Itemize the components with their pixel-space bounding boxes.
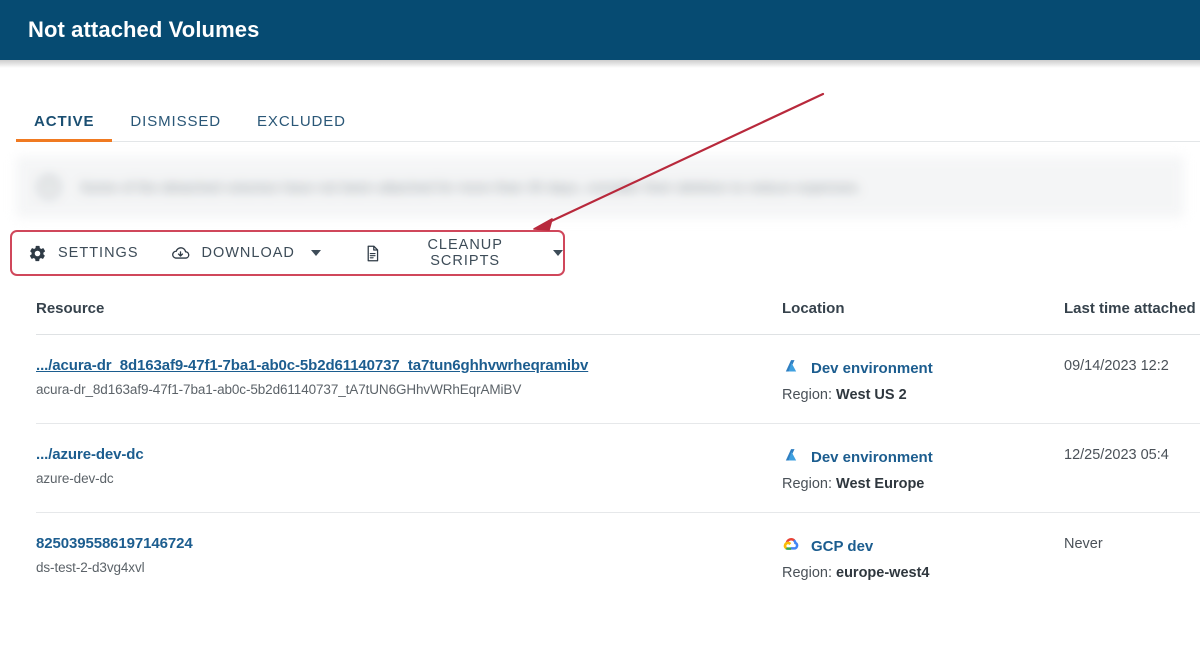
tab-dismissed[interactable]: DISMISSED [112, 113, 239, 142]
location-region: Region: West US 2 [782, 387, 1064, 403]
column-header-resource-label: Resource [36, 300, 105, 317]
location-link[interactable]: Dev environment [811, 360, 933, 377]
cleanup-scripts-label: CLEANUP SCRIPTS [427, 237, 503, 269]
cell-resource: 8250395586197146724 ds-test-2-d3vg4xvl [36, 535, 782, 575]
volumes-table: Resource Location Last time attached ...… [0, 300, 1200, 601]
cell-location: Dev environment Region: West Europe [782, 446, 1064, 492]
region-value: West Europe [836, 476, 925, 492]
column-header-location-label: Location [782, 300, 845, 317]
region-value: europe-west4 [836, 565, 930, 581]
page-title: Not attached Volumes [28, 17, 260, 42]
last-attached-value: 12/25/2023 05:4 [1064, 447, 1169, 463]
region-label: Region: [782, 387, 832, 403]
tab-bar: ACTIVE DISMISSED EXCLUDED [0, 86, 1200, 142]
tab-active[interactable]: ACTIVE [16, 113, 113, 142]
info-banner-text: Some of the detached volumes have not be… [80, 179, 862, 195]
region-label: Region: [782, 476, 832, 492]
resource-subtitle: acura-dr_8d163af9-47f1-7ba1-ab0c-5b2d611… [36, 382, 522, 397]
location-link[interactable]: Dev environment [811, 449, 933, 466]
cell-resource: .../azure-dev-dc azure-dev-dc [36, 446, 782, 486]
azure-icon [782, 357, 800, 380]
not-attached-volumes-page: Not attached Volumes ACTIVE DISMISSED EX… [0, 0, 1200, 672]
gear-icon [28, 244, 47, 263]
column-header-resource[interactable]: Resource [36, 300, 782, 318]
cleanup-scripts-chevron-down-icon[interactable] [553, 250, 563, 256]
cell-location: GCP dev Region: europe-west4 [782, 535, 1064, 581]
region-value: West US 2 [836, 387, 907, 403]
table-header-row: Resource Location Last time attached [36, 300, 1200, 335]
download-chevron-down-icon[interactable] [310, 250, 321, 256]
cell-resource: .../acura-dr_8d163af9-47f1-7ba1-ab0c-5b2… [36, 357, 782, 397]
last-attached-value: Never [1064, 536, 1103, 552]
actions-toolbar: SETTINGS DOWNLOAD CLEANUP SCRIPTS [10, 230, 565, 276]
download-button[interactable]: DOWNLOAD [168, 239, 297, 268]
location-region: Region: West Europe [782, 476, 1064, 492]
download-label: DOWNLOAD [201, 245, 295, 261]
tab-excluded[interactable]: EXCLUDED [239, 113, 364, 142]
header-shadow [0, 60, 1200, 68]
cleanup-scripts-button[interactable]: CLEANUP SCRIPTS [361, 233, 539, 273]
column-header-last-attached[interactable]: Last time attached [1064, 300, 1200, 318]
cell-last-attached: 12/25/2023 05:4 [1064, 446, 1200, 464]
azure-icon [782, 446, 800, 469]
last-attached-value: 09/14/2023 12:2 [1064, 358, 1169, 374]
cell-location: Dev environment Region: West US 2 [782, 357, 1064, 403]
column-header-last-attached-label: Last time attached [1064, 300, 1196, 317]
resource-subtitle: ds-test-2-d3vg4xvl [36, 560, 145, 575]
resource-link[interactable]: .../acura-dr_8d163af9-47f1-7ba1-ab0c-5b2… [36, 357, 588, 374]
location-link[interactable]: GCP dev [811, 538, 873, 555]
document-icon [363, 244, 382, 263]
settings-label: SETTINGS [58, 245, 139, 261]
resource-link[interactable]: .../azure-dev-dc [36, 446, 144, 463]
resource-subtitle: azure-dev-dc [36, 471, 114, 486]
page-header: Not attached Volumes [0, 0, 1200, 60]
gcp-icon [782, 535, 800, 558]
location-header: Dev environment [782, 446, 1064, 469]
table-row[interactable]: .../acura-dr_8d163af9-47f1-7ba1-ab0c-5b2… [36, 335, 1200, 424]
resource-link[interactable]: 8250395586197146724 [36, 535, 193, 552]
cloud-download-icon [170, 243, 191, 264]
info-banner: i Some of the detached volumes have not … [16, 156, 1184, 218]
info-banner-container: i Some of the detached volumes have not … [16, 156, 1184, 218]
table-row[interactable]: 8250395586197146724 ds-test-2-d3vg4xvl G… [36, 513, 1200, 601]
location-region: Region: europe-west4 [782, 565, 1064, 581]
location-header: Dev environment [782, 357, 1064, 380]
cell-last-attached: 09/14/2023 12:2 [1064, 357, 1200, 375]
column-header-location[interactable]: Location [782, 300, 1064, 318]
settings-button[interactable]: SETTINGS [26, 240, 141, 267]
table-row[interactable]: .../azure-dev-dc azure-dev-dc Dev enviro… [36, 424, 1200, 513]
cell-last-attached: Never [1064, 535, 1200, 553]
region-label: Region: [782, 565, 832, 581]
info-icon: i [38, 176, 60, 198]
location-header: GCP dev [782, 535, 1064, 558]
